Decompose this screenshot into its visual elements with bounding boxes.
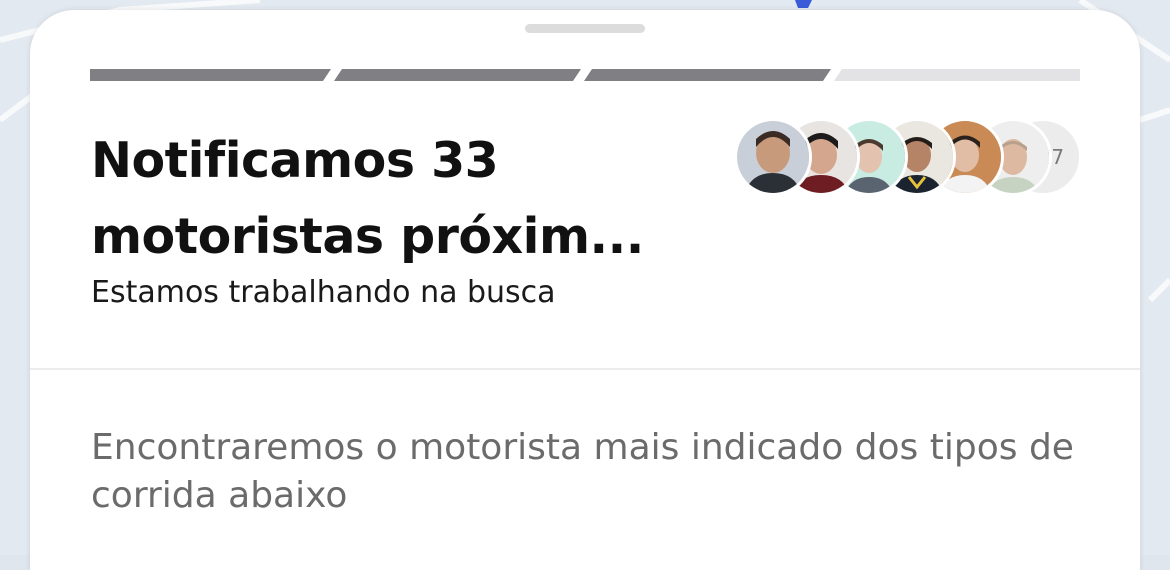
ride-type-info: Encontraremos o motorista mais indicado … <box>91 427 1074 516</box>
section-divider <box>30 368 1140 370</box>
progress-segment-1 <box>90 69 331 81</box>
driver-avatar <box>734 118 812 196</box>
progress-segment-4 <box>834 69 1080 81</box>
progress-segment-3 <box>584 69 831 81</box>
sheet-grabber-handle[interactable] <box>525 24 645 33</box>
page-title: Notificamos 33 motoristas próxim... <box>91 132 644 265</box>
status-subtitle: Estamos trabalhando na busca <box>91 275 556 310</box>
driver-photo-icon <box>737 121 809 193</box>
search-progress-bar <box>90 69 1080 81</box>
notified-drivers-avatars: +27 <box>734 118 1084 198</box>
progress-segment-2 <box>334 69 581 81</box>
bottom-sheet[interactable]: Notificamos 33 motoristas próxim... Esta… <box>30 10 1140 570</box>
